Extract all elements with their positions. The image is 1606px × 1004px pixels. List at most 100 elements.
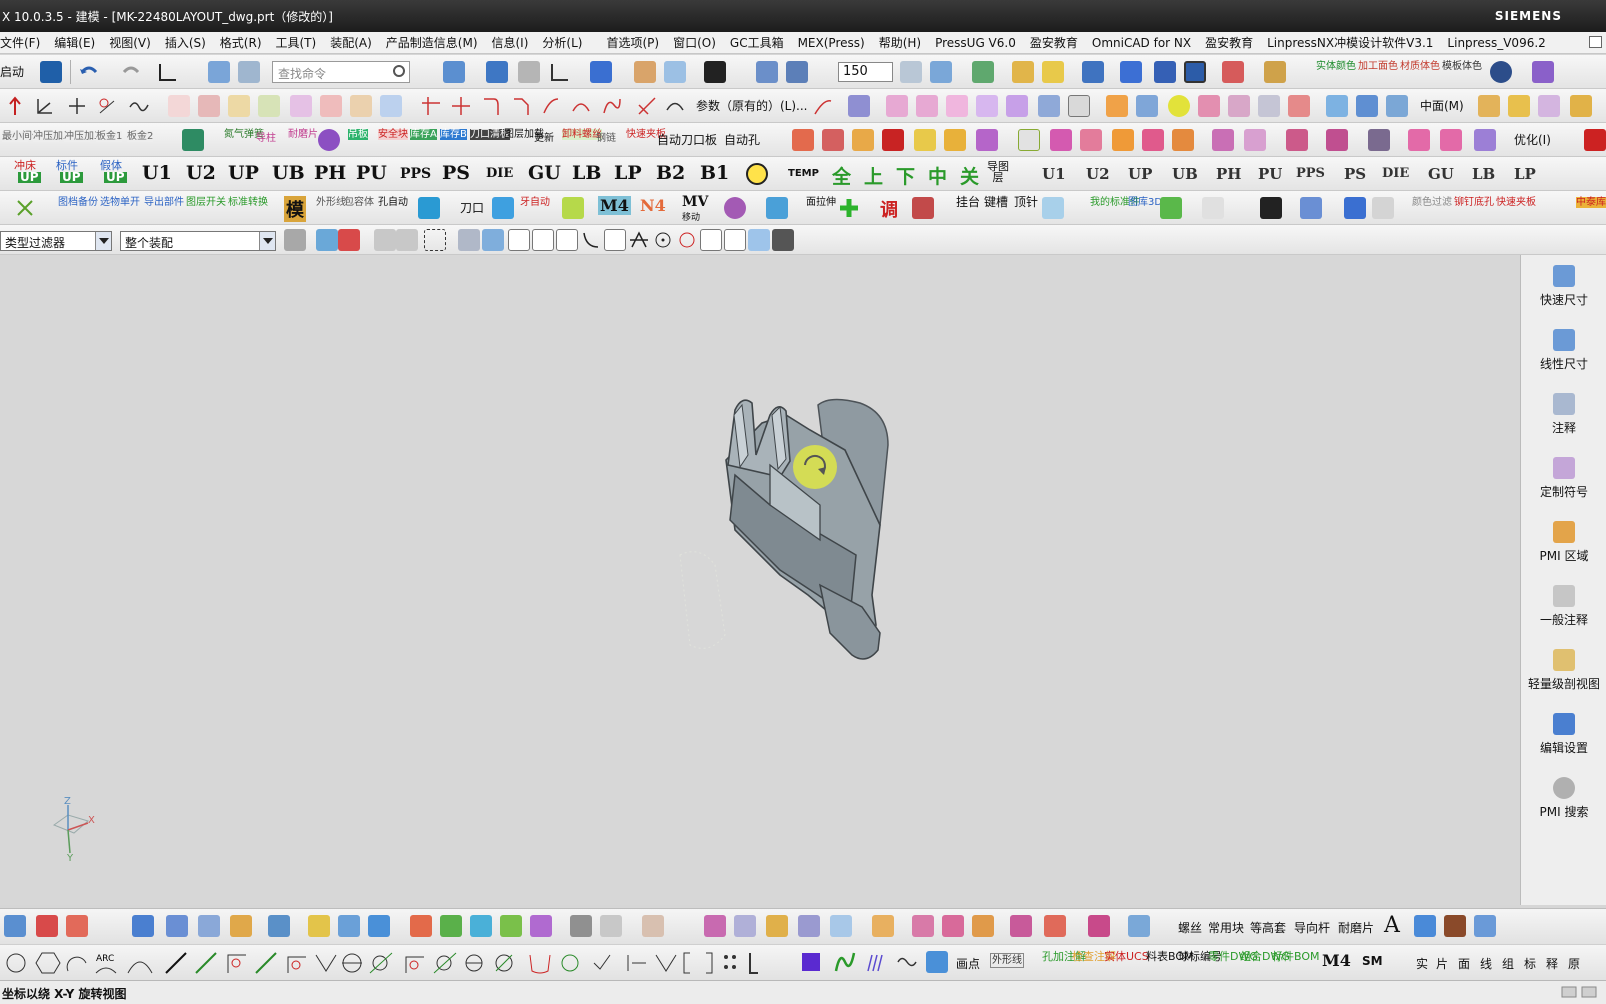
trim-icon[interactable] [198, 95, 220, 117]
select-curve-icon[interactable] [374, 229, 396, 251]
tail-pian[interactable]: 片 [1436, 955, 1448, 972]
mo-button[interactable]: 模 [284, 196, 306, 222]
pmi-lightweight-section[interactable]: 轻量级剖视图 [1521, 649, 1606, 692]
menu-help[interactable]: 帮助(H) [872, 34, 928, 51]
snap-quadrant-icon[interactable] [676, 229, 698, 251]
select-feature-icon[interactable] [338, 229, 360, 251]
shell-blue-icon[interactable] [166, 915, 188, 937]
menu-pmi[interactable]: 产品制造信息(M) [379, 34, 485, 51]
circle-line-icon[interactable] [342, 953, 362, 973]
sheet-icon[interactable] [1570, 95, 1592, 117]
wave-icon[interactable] [896, 951, 918, 973]
yellow-block-icon[interactable] [914, 129, 936, 151]
move-pu[interactable]: PU [1258, 165, 1282, 183]
knife-label[interactable]: 刀口 [460, 199, 484, 216]
auto-hole-button[interactable]: 自动孔 [724, 131, 760, 148]
revolve-icon[interactable] [1228, 95, 1250, 117]
chevron-down-icon[interactable] [259, 232, 275, 250]
corner-icon[interactable] [420, 95, 442, 117]
arc-3pt-icon[interactable] [127, 961, 153, 974]
tag-3[interactable]: 板金1 [96, 131, 122, 142]
line-circle-icon[interactable] [287, 956, 306, 973]
map-icon[interactable] [440, 915, 462, 937]
move-gu[interactable]: GU [1428, 165, 1454, 183]
arc-flip-icon[interactable] [529, 954, 551, 974]
layer-pps[interactable]: PPS [400, 166, 431, 182]
spring-icon[interactable] [318, 129, 340, 151]
layer-b1[interactable]: B1 [700, 162, 729, 184]
sketch-icon[interactable] [168, 95, 190, 117]
red-end-icon[interactable] [1584, 129, 1606, 151]
pair-1-bottom[interactable]: UP [60, 171, 83, 183]
move-die[interactable]: DIE [1382, 166, 1409, 181]
tail-zu[interactable]: 组 [1502, 955, 1514, 972]
through-mesh-icon[interactable] [916, 95, 938, 117]
magnet-icon[interactable] [724, 197, 746, 219]
curve-length-icon[interactable] [664, 95, 686, 117]
menu-edit[interactable]: 编辑(E) [47, 34, 102, 51]
gradient-icon[interactable] [492, 197, 514, 219]
move-u1[interactable]: U1 [1042, 165, 1066, 183]
layer-u1[interactable]: U1 [142, 162, 172, 184]
model-part[interactable] [679, 398, 889, 660]
corner-arrow-icon[interactable] [749, 953, 758, 974]
tag-0[interactable]: 最小间件 [2, 131, 42, 142]
layers-yellow-icon[interactable] [308, 915, 330, 937]
gear-icon[interactable] [1532, 61, 1554, 83]
snap-control-icon[interactable] [604, 229, 626, 251]
sheet-blue-icon[interactable] [1042, 197, 1064, 219]
show-hide-icon[interactable] [664, 61, 686, 83]
tail-biao[interactable]: 标 [1524, 955, 1536, 972]
diagonal-circle-icon[interactable] [433, 952, 457, 974]
offset-curve-icon[interactable] [228, 95, 250, 117]
extend-curve-icon[interactable] [540, 95, 562, 117]
purple-gear-icon[interactable] [976, 129, 998, 151]
fillet-curve-icon[interactable] [480, 95, 502, 117]
spline-icon[interactable] [128, 95, 150, 117]
cap-biaojian-bom[interactable]: 标件BOM [1272, 951, 1320, 962]
red-square-icon[interactable] [912, 197, 934, 219]
hand-gold-icon[interactable] [872, 915, 894, 937]
move-pps[interactable]: PPS [1296, 166, 1325, 181]
spring-green-icon[interactable] [1160, 197, 1182, 219]
line-point-icon[interactable] [255, 952, 277, 974]
redo-icon[interactable] [120, 61, 142, 83]
menu-mex-press[interactable]: MEX(Press) [791, 36, 872, 50]
cap-baorong[interactable]: 包容体 [344, 197, 374, 208]
tool-naimopian[interactable]: 耐磨片 [1338, 919, 1374, 936]
layer-up[interactable]: UP [228, 162, 259, 184]
select-general-icon[interactable] [316, 229, 338, 251]
plus-icon[interactable] [838, 197, 860, 219]
ruler-icon[interactable] [1264, 61, 1286, 83]
cap-daozhu[interactable]: 导柱 [256, 133, 276, 144]
dim-angle-icon[interactable] [655, 954, 677, 972]
selected-mode-icon[interactable] [1184, 61, 1206, 83]
tail-yuan[interactable]: 原 [1568, 955, 1580, 972]
pmi-note[interactable]: 注释 [1521, 393, 1606, 436]
jian-cao-button[interactable]: 键槽 [984, 196, 1008, 208]
filter-icon[interactable] [284, 229, 306, 251]
solid-blue-icon[interactable] [198, 915, 220, 937]
move-ub[interactable]: UB [1172, 165, 1198, 183]
model-canvas[interactable]: Z X Y [0, 255, 1520, 905]
menu-format[interactable]: 格式(R) [213, 34, 269, 51]
ruled-surface-icon[interactable] [976, 95, 998, 117]
select-icon[interactable] [1120, 61, 1142, 83]
polygon-icon[interactable] [35, 952, 61, 974]
tangent-icon[interactable] [636, 95, 658, 117]
pen-icon[interactable] [1260, 197, 1282, 219]
pink-block-icon[interactable] [1286, 129, 1308, 151]
zoom-select[interactable]: 150 [838, 62, 893, 82]
edit-object-display-icon[interactable] [634, 61, 656, 83]
pink-sheet-icon[interactable] [942, 915, 964, 937]
cap-kucun-a[interactable]: 库存A [410, 129, 437, 140]
pmi-linear-dimension[interactable]: 线性尺寸 [1521, 329, 1606, 372]
move-u2[interactable]: U2 [1086, 165, 1110, 183]
stack-icon[interactable] [1408, 129, 1430, 151]
cap-kong[interactable]: 孔自动 [378, 197, 408, 208]
stack2-icon[interactable] [1440, 129, 1462, 151]
pmi-general-note[interactable]: 一般注释 [1521, 585, 1606, 628]
snap-face-icon[interactable] [748, 229, 770, 251]
wcs-dynamic-icon[interactable] [972, 61, 994, 83]
tail-mian[interactable]: 面 [1458, 955, 1470, 972]
